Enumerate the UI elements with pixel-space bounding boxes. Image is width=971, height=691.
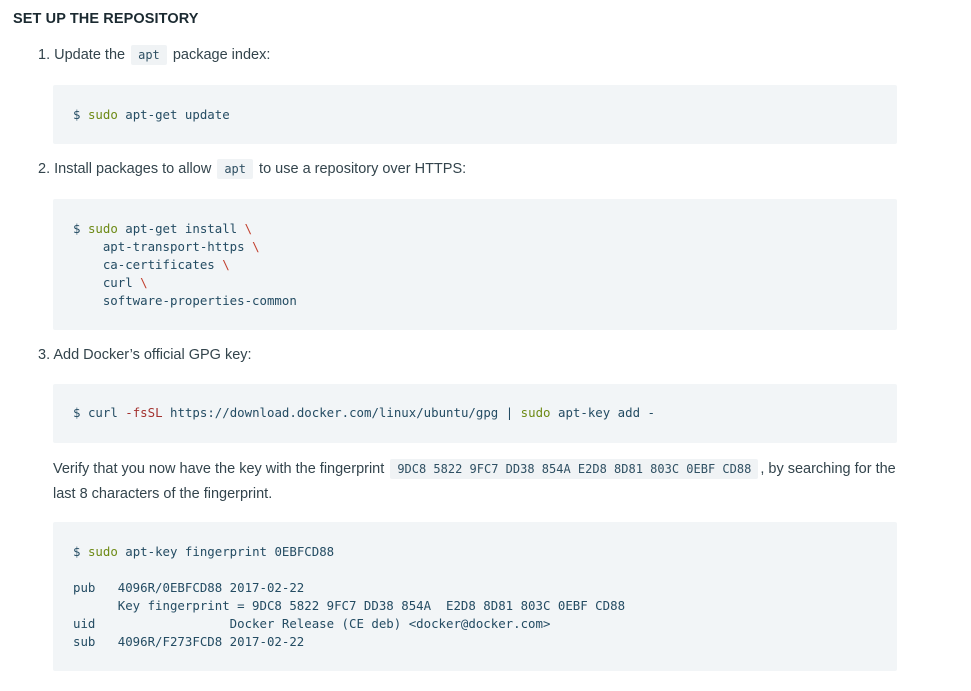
- package-name: apt-transport-https: [102, 239, 245, 254]
- code-line: $ sudo apt-key fingerprint 0EBFCD88: [73, 543, 877, 561]
- code-line: apt-transport-https \: [73, 238, 877, 256]
- code-line: $ curl -fsSL https://download.docker.com…: [73, 404, 877, 422]
- command-text: apt-get update: [125, 107, 230, 122]
- step-3: 3. Add Docker’s official GPG key:: [38, 347, 252, 363]
- code-block-apt-install[interactable]: $ sudo apt-get install \ apt-transport-h…: [53, 199, 897, 330]
- line-continuation: \: [222, 257, 230, 272]
- step-text: Update the: [54, 47, 126, 63]
- output-line: sub 4096R/F273FCD8 2017-02-22: [73, 634, 305, 649]
- step-2: 2. Install packages to allow apt to use …: [38, 159, 467, 179]
- section-title: SET UP THE REPOSITORY: [13, 11, 199, 27]
- docs-page: SET UP THE REPOSITORY 1. Update the apt …: [0, 0, 971, 691]
- code-line: software-properties-common: [73, 292, 877, 310]
- output-line: uid Docker Release (CE deb) <docker@dock…: [73, 616, 551, 631]
- command-text: apt-key fingerprint 0EBFCD88: [125, 544, 335, 559]
- command-text: apt-key add -: [557, 405, 655, 420]
- line-continuation: \: [140, 275, 148, 290]
- inline-code: apt: [217, 159, 254, 179]
- code-block-fingerprint[interactable]: $ sudo apt-key fingerprint 0EBFCD88 pub …: [53, 522, 897, 671]
- code-block-apt-update[interactable]: $ sudo apt-get update: [53, 85, 897, 144]
- step-text: Install packages to allow: [54, 161, 212, 177]
- command-keyword: sudo: [87, 107, 118, 122]
- command-flag: -fsSL: [125, 405, 163, 420]
- code-line: $ sudo apt-get update: [73, 106, 877, 124]
- code-line: ca-certificates \: [73, 256, 877, 274]
- shell-prompt: $: [73, 405, 81, 420]
- inline-code: apt: [131, 45, 167, 65]
- line-continuation: \: [252, 239, 260, 254]
- code-block-gpg-key[interactable]: $ curl -fsSL https://download.docker.com…: [53, 384, 897, 443]
- command-keyword: sudo: [87, 544, 118, 559]
- command-keyword: sudo: [520, 405, 551, 420]
- code-line: curl \: [73, 274, 877, 292]
- pipe-operator: |: [505, 405, 514, 420]
- shell-prompt: $: [73, 544, 81, 559]
- shell-prompt: $: [73, 221, 81, 236]
- verify-paragraph: Verify that you now have the key with th…: [53, 457, 905, 507]
- package-name: ca-certificates: [102, 257, 215, 272]
- shell-prompt: $: [73, 107, 81, 122]
- paragraph-text: Verify that you now have the key with th…: [53, 461, 385, 477]
- command-url: https://download.docker.com/linux/ubuntu…: [170, 405, 499, 420]
- line-continuation: \: [244, 221, 253, 236]
- command-keyword: sudo: [87, 221, 118, 236]
- step-1: 1. Update the apt package index:: [38, 45, 271, 65]
- package-name: curl: [102, 275, 133, 290]
- inline-code-fingerprint: 9DC8 5822 9FC7 DD38 854A E2D8 8D81 803C …: [390, 459, 759, 479]
- step-text: package index:: [172, 47, 271, 63]
- blank-line: [73, 561, 877, 579]
- step-number: 1.: [38, 47, 51, 63]
- step-text: Add Docker’s official GPG key:: [53, 347, 252, 363]
- output-line: pub 4096R/0EBFCD88 2017-02-22: [73, 580, 305, 595]
- step-text: to use a repository over HTTPS:: [259, 161, 467, 177]
- package-name: software-properties-common: [102, 293, 297, 308]
- code-line: $ sudo apt-get install \: [73, 220, 877, 238]
- step-number: 2.: [38, 161, 51, 177]
- output-line: Key fingerprint = 9DC8 5822 9FC7 DD38 85…: [73, 598, 626, 613]
- command-text: apt-get install: [125, 221, 238, 236]
- step-number: 3.: [38, 347, 51, 363]
- command-keyword: curl: [87, 405, 118, 420]
